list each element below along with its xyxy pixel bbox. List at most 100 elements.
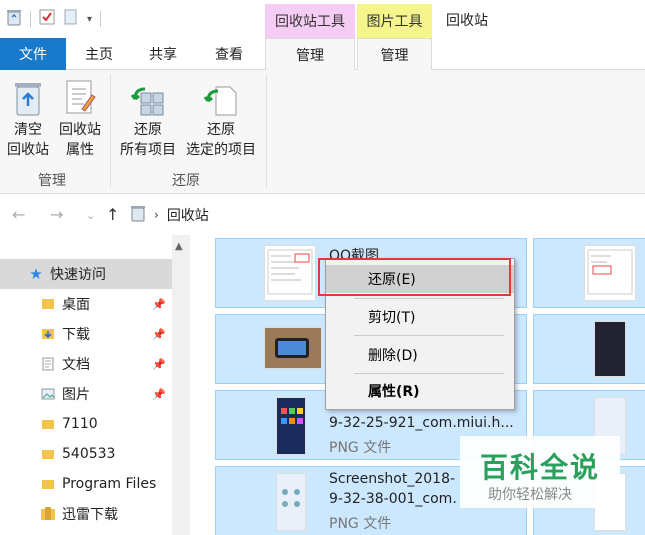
- desktop-folder-icon: [40, 296, 56, 312]
- xunlei-folder-icon: [40, 506, 56, 522]
- nav-label: 7110: [62, 416, 98, 432]
- breadcrumb-recycle-bin[interactable]: 回收站: [167, 205, 209, 225]
- breadcrumb-chevron-icon[interactable]: ›: [154, 208, 159, 222]
- ribbon-panel: 清空 回收站 回收站 属性 还原 所有项目 还原 选定的项目 管理 还原: [0, 70, 645, 194]
- file-name-line2: 9-32-38-001_com.: [329, 491, 457, 507]
- tab-manage-picture-label: 管理: [380, 48, 409, 64]
- nav-item-program-files[interactable]: Program Files: [0, 469, 172, 499]
- file-thumbnail: [264, 327, 322, 369]
- ribbon-divider-1: [110, 74, 111, 188]
- properties-icon: [60, 76, 100, 120]
- file-thumbnail: [594, 321, 626, 377]
- nav-item-7110[interactable]: 7110: [0, 409, 172, 439]
- star-icon: ★: [29, 265, 43, 283]
- pin-icon[interactable]: 📌: [152, 358, 166, 371]
- nav-label: 下载: [62, 327, 90, 343]
- nav-label: 文档: [62, 357, 90, 373]
- restore-all-label-1: 还原: [134, 122, 162, 138]
- new-folder-icon[interactable]: [63, 9, 79, 29]
- file-thumbnail: [584, 245, 636, 301]
- folder-icon: [40, 416, 56, 432]
- empty-label-1: 清空: [14, 122, 42, 138]
- pin-icon[interactable]: 📌: [152, 328, 166, 341]
- tab-file[interactable]: 文件: [0, 38, 66, 70]
- download-folder-icon: [40, 326, 56, 342]
- recycle-bin-properties-button[interactable]: 回收站 属性: [54, 76, 106, 160]
- pin-icon[interactable]: 📌: [152, 388, 166, 401]
- pin-icon[interactable]: 📌: [152, 298, 166, 311]
- nav-item-documents[interactable]: 文档 📌: [0, 349, 172, 379]
- watermark-subtitle: 助你轻松解决: [488, 487, 572, 503]
- tab-home[interactable]: 主页: [70, 38, 128, 70]
- tab-manage-recycle-label: 管理: [296, 48, 324, 64]
- file-type: PNG 文件: [329, 440, 392, 456]
- recent-locations-chevron-icon[interactable]: ⌄: [86, 209, 95, 222]
- restore-selected-label-1: 还原: [207, 122, 235, 138]
- window-title: 回收站: [446, 13, 488, 29]
- up-arrow-icon[interactable]: ↑: [106, 205, 119, 224]
- file-tile[interactable]: [533, 314, 645, 384]
- group-label-manage: 管理: [38, 173, 66, 189]
- props-label-2: 属性: [66, 142, 94, 158]
- nav-item-desktop[interactable]: 桌面 📌: [0, 289, 172, 319]
- file-thumbnail: [276, 473, 306, 531]
- restore-all-button[interactable]: 还原 所有项目: [116, 76, 180, 160]
- file-name: 9-32-25-921_com.miui.h...: [329, 415, 514, 431]
- nav-item-pictures[interactable]: 图片 📌: [0, 379, 172, 409]
- empty-recycle-bin-icon: [8, 76, 48, 120]
- tab-manage-recycle[interactable]: 管理: [265, 38, 355, 71]
- properties-check-icon[interactable]: [39, 9, 55, 29]
- watermark-title: 百科全说: [480, 451, 601, 484]
- back-arrow-icon[interactable]: ←: [12, 205, 25, 224]
- qat-divider: [30, 11, 31, 27]
- tab-share[interactable]: 共享: [132, 38, 194, 70]
- address-recycle-icon: [130, 204, 146, 226]
- file-tile[interactable]: [533, 238, 645, 308]
- nav-quick-access-label: 快速访问: [50, 267, 106, 283]
- file-name: Screenshot_2018-: [329, 471, 456, 487]
- empty-recycle-bin-button[interactable]: 清空 回收站: [4, 76, 52, 160]
- scroll-up-icon[interactable]: ▲: [175, 241, 183, 252]
- address-field[interactable]: › 回收站: [130, 201, 645, 229]
- nav-quick-access[interactable]: ★ 快速访问: [0, 259, 172, 289]
- nav-label: 桌面: [62, 297, 90, 313]
- restore-highlight-box: [318, 258, 511, 296]
- restore-selected-button[interactable]: 还原 选定的项目: [180, 76, 262, 160]
- forward-arrow-icon[interactable]: →: [50, 205, 63, 224]
- restore-selected-label-2: 选定的项目: [186, 142, 256, 158]
- menu-separator: [354, 298, 504, 299]
- empty-label-2: 回收站: [7, 142, 49, 158]
- nav-label: 图片: [62, 387, 90, 403]
- menu-item-cut[interactable]: 剪切(T): [326, 303, 514, 331]
- navigation-pane: ★ 快速访问 桌面 📌 下载 📌 文档 📌 图片 📌 7110 540533 P…: [0, 235, 190, 535]
- nav-item-xunlei-download[interactable]: 迅雷下载: [0, 499, 172, 529]
- ribbon-tabs: 文件 主页 共享 查看 管理 管理: [0, 38, 645, 71]
- recycle-bin-icon: [6, 8, 22, 30]
- qat-divider-2: [100, 11, 102, 27]
- qat-dropdown-icon[interactable]: ▾: [87, 14, 92, 25]
- tab-view[interactable]: 查看: [198, 38, 260, 70]
- props-label-1: 回收站: [59, 122, 101, 138]
- nav-label: 540533: [62, 446, 116, 462]
- nav-label: Program Files: [62, 476, 157, 492]
- restore-all-icon: [128, 76, 168, 120]
- recycle-tools-header: 回收站工具: [265, 4, 355, 38]
- restore-selected-icon: [201, 76, 241, 120]
- nav-item-540533[interactable]: 540533: [0, 439, 172, 469]
- tab-manage-picture[interactable]: 管理: [357, 38, 432, 71]
- documents-icon: [40, 356, 56, 372]
- folder-icon: [40, 476, 56, 492]
- file-thumbnail: [264, 245, 316, 301]
- nav-item-downloads[interactable]: 下载 📌: [0, 319, 172, 349]
- menu-item-delete[interactable]: 删除(D): [326, 341, 514, 369]
- address-bar: ← → ⌄ ↑ › 回收站: [0, 195, 645, 235]
- file-thumbnail: [276, 397, 306, 455]
- nav-scrollbar[interactable]: ▲: [172, 235, 190, 535]
- ribbon-divider-2: [266, 74, 267, 188]
- quick-access-toolbar: ▾: [6, 8, 102, 30]
- menu-item-properties[interactable]: 属性(R): [326, 377, 514, 405]
- restore-all-label-2: 所有项目: [120, 142, 176, 158]
- menu-separator: [354, 373, 504, 374]
- file-type: PNG 文件: [329, 516, 392, 532]
- menu-separator: [354, 335, 504, 336]
